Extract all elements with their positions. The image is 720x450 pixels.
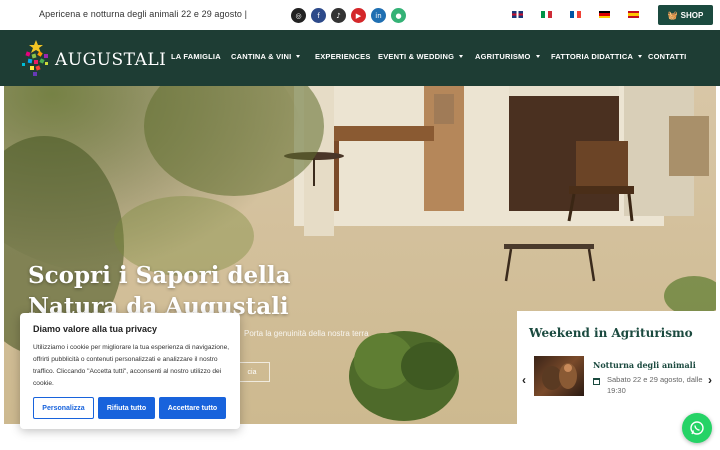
accept-all-button[interactable]: Accettare tutto (159, 397, 226, 419)
nav-item-label: CANTINA & VINI (231, 52, 292, 61)
nav-item-fattoria-didattica[interactable]: FATTORIA DIDATTICA (551, 52, 643, 61)
event-name[interactable]: Notturna degli animali (593, 360, 696, 370)
event-thumbnail[interactable] (534, 356, 584, 396)
linkedin-icon[interactable]: in (371, 8, 386, 23)
flag-french-icon[interactable] (570, 11, 582, 18)
flag-spanish-icon[interactable] (628, 11, 639, 18)
event-photo (542, 363, 577, 390)
main-navigation: AUGUSTALI LA FAMIGLIA CANTINA & VINI EXP… (0, 30, 720, 86)
basket-icon: 🧺 (667, 10, 678, 20)
nav-item-label: LA FAMIGLIA (171, 52, 221, 61)
chevron-down-icon (296, 55, 301, 58)
event-card: Weekend in Agriturismo ‹ Notturna degli … (517, 311, 720, 424)
chevron-down-icon (535, 55, 540, 58)
nav-item-cantina-vini[interactable]: CANTINA & VINI (231, 52, 301, 61)
shop-button[interactable]: 🧺 SHOP (658, 5, 713, 25)
chevron-down-icon (638, 55, 643, 58)
shop-label: SHOP (680, 10, 704, 20)
announcement-text[interactable]: Apericena e notturna degli animali 22 e … (39, 9, 247, 19)
nav-item-agriturismo[interactable]: AGRITURISMO (475, 52, 540, 61)
nav-item-label: AGRITURISMO (475, 52, 531, 61)
calendar-icon (593, 378, 600, 385)
chevron-right-icon[interactable]: › (708, 373, 712, 387)
cookie-consent-banner: Diamo valore alla tua privacy Utilizziam… (20, 313, 240, 429)
event-date: Sabato 22 e 29 agosto, dalle 19:30 (607, 375, 703, 395)
hero-cta-label: cia (247, 368, 257, 376)
nav-item-label: EXPERIENCES (315, 52, 371, 61)
menu: LA FAMIGLIA CANTINA & VINI EXPERIENCES E… (0, 52, 720, 66)
facebook-icon[interactable]: f (311, 8, 326, 23)
chevron-left-icon[interactable]: ‹ (522, 373, 526, 387)
chevron-down-icon (459, 55, 464, 58)
cookie-title: Diamo valore alla tua privacy (33, 324, 158, 334)
nav-item-label: EVENTI & WEDDING (378, 52, 455, 61)
nav-item-experiences[interactable]: EXPERIENCES (315, 52, 371, 61)
hero-subtitle: Porta la genuinità della nostra terra (244, 329, 369, 338)
whatsapp-icon (690, 421, 704, 435)
nav-item-label: FATTORIA DIDATTICA (551, 52, 634, 61)
instagram-icon[interactable]: ◎ (291, 8, 306, 23)
youtube-icon[interactable]: ▶ (351, 8, 366, 23)
nav-item-contatti[interactable]: CONTATTI (648, 52, 686, 61)
reject-all-button[interactable]: Rifiuta tutto (98, 397, 155, 419)
top-bar: Apericena e notturna degli animali 22 e … (0, 0, 720, 30)
customize-button[interactable]: Personalizza (33, 397, 94, 419)
nav-item-label: CONTATTI (648, 52, 687, 61)
cookie-text: Utilizziamo i cookie per migliorare la t… (33, 344, 230, 387)
whatsapp-chat-button[interactable] (682, 413, 712, 443)
flag-german-icon[interactable] (599, 11, 610, 18)
event-card-title: Weekend in Agriturismo (529, 326, 693, 340)
flag-english-icon[interactable] (512, 11, 523, 18)
language-switcher (512, 11, 639, 18)
tripadvisor-icon[interactable]: ● (391, 8, 406, 23)
flag-italian-icon[interactable] (541, 11, 553, 18)
social-links: ◎ f ♪ ▶ in ● (291, 8, 406, 23)
nav-item-eventi-wedding[interactable]: EVENTI & WEDDING (378, 52, 464, 61)
tiktok-icon[interactable]: ♪ (331, 8, 346, 23)
nav-item-la-famiglia[interactable]: LA FAMIGLIA (171, 52, 221, 61)
cookie-actions: Personalizza Rifiuta tutto Accettare tut… (33, 397, 226, 419)
